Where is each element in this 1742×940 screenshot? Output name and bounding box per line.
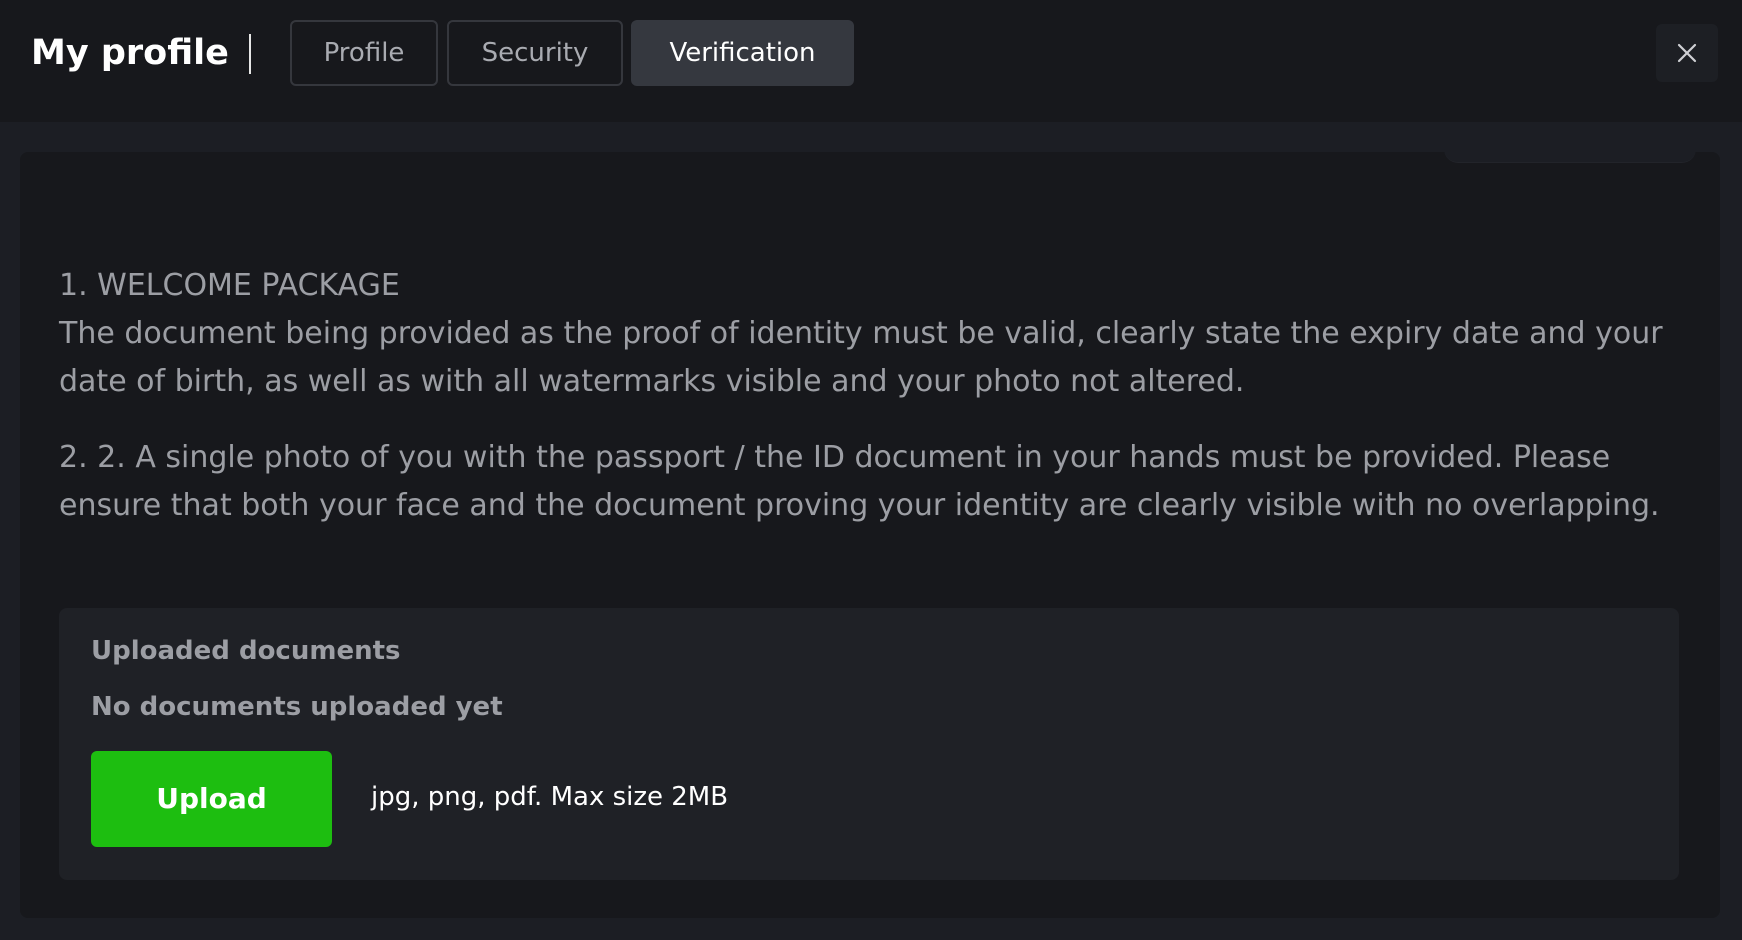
tab-verification[interactable]: Verification bbox=[631, 20, 854, 86]
tab-security[interactable]: Security bbox=[447, 20, 623, 86]
close-icon bbox=[1677, 43, 1697, 63]
upload-panel: Uploaded documents No documents uploaded… bbox=[59, 608, 1679, 880]
title-divider bbox=[249, 34, 251, 74]
card-top-tab bbox=[1444, 144, 1696, 163]
instruction-1-heading: 1. WELCOME PACKAGE bbox=[59, 268, 400, 303]
instruction-2: 2. 2. A single photo of you with the pas… bbox=[59, 434, 1699, 530]
upload-hint: jpg, png, pdf. Max size 2MB bbox=[371, 782, 729, 812]
upload-button[interactable]: Upload bbox=[91, 751, 332, 847]
instruction-1-text: The document being provided as the proof… bbox=[59, 316, 1663, 399]
header: My profile Profile Security Verification bbox=[0, 0, 1742, 122]
verification-card: 1. WELCOME PACKAGE The document being pr… bbox=[20, 144, 1720, 918]
page-title: My profile bbox=[31, 33, 229, 73]
uploaded-documents-title: Uploaded documents bbox=[91, 636, 401, 666]
instruction-2-text: 2. 2. A single photo of you with the pas… bbox=[59, 440, 1660, 523]
instruction-1: 1. WELCOME PACKAGE The document being pr… bbox=[59, 262, 1699, 406]
upload-status: No documents uploaded yet bbox=[91, 692, 503, 722]
tab-profile[interactable]: Profile bbox=[290, 20, 438, 86]
close-button[interactable] bbox=[1656, 24, 1718, 82]
